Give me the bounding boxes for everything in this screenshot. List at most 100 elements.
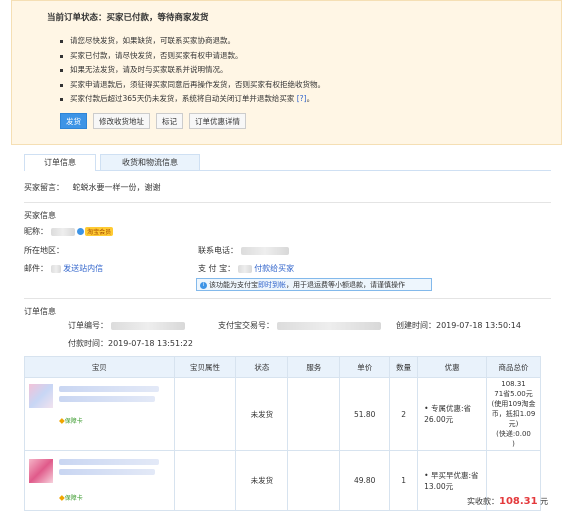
service-cell (287, 450, 341, 511)
ship-button[interactable]: 发货 (60, 113, 87, 129)
location-label: 所在地区： (24, 246, 64, 255)
status-cell: 未发货 (235, 450, 289, 511)
col-header-item: 宝贝 (24, 356, 175, 378)
total-line: 71省5.00元 (494, 390, 533, 398)
edit-address-button[interactable]: 修改收货地址 (93, 113, 150, 129)
created-time: 2019-07-18 13:50:14 (436, 321, 521, 330)
table-row: ◆保障卡 未发货 49.80 1 • 早买早优惠:省13.00元 (24, 450, 541, 511)
product-title-redacted[interactable] (59, 459, 159, 465)
paid-label: 付款时间： (68, 339, 108, 348)
notice-list: 请您尽快发货，如果缺货，可联系买家协商退款。 买家已付款，请尽快发货，否则买家有… (60, 34, 325, 107)
nickname-redacted (50, 227, 75, 236)
buyer-info-title: 买家信息 (24, 211, 56, 220)
order-no-redacted (110, 321, 185, 330)
notice-item: 买家已付款，请尽快发货，否则买家有权申请退款。 (60, 49, 325, 64)
created-time-row: 创建时间：2019-07-18 13:50:14 (396, 320, 521, 331)
service-cell (287, 377, 341, 451)
created-label: 创建时间： (396, 321, 436, 330)
amount-unit: 元 (540, 497, 549, 506)
instant-transfer-link[interactable]: 即时到帐 (258, 281, 286, 289)
product-title-redacted[interactable] (59, 386, 159, 392)
discount-detail-button[interactable]: 订单优惠详情 (189, 113, 246, 129)
col-header-discount: 优惠 (417, 356, 488, 378)
product-title-redacted[interactable] (59, 469, 155, 475)
buyer-message-value: 蛇蜕水要一样一份，谢谢 (72, 183, 161, 192)
discount-text: 早买早优惠:省13.00元 (424, 470, 479, 491)
col-header-service: 服务 (287, 356, 341, 378)
col-header-total: 商品总价 (486, 356, 541, 378)
notice-text: 买家付款后超过365天仍未发货，系统将自动关闭订单并退款给买家 (70, 94, 295, 103)
instant-transfer-notice: i 该功能为支付宝即时到帐，用于退运费等小额退款，请谨慎操作 (196, 278, 432, 291)
divider (24, 298, 551, 299)
info-icon: i (200, 281, 207, 289)
order-no-label: 订单编号： (68, 321, 108, 330)
qty-cell: 1 (389, 450, 419, 511)
nickname-row: 昵称： 淘宝会员 (24, 226, 114, 237)
product-title-redacted[interactable] (59, 396, 155, 402)
total-line: ) (512, 440, 515, 448)
order-no-row: 订单编号： (68, 320, 185, 331)
notice-suffix: ，用于退运费等小额退款，请谨慎操作 (286, 281, 405, 289)
mark-button[interactable]: 标记 (156, 113, 183, 129)
table-row: ◆保障卡 未发货 51.80 2 • 专属优惠:省26.00元 108.31 7… (24, 377, 541, 451)
total-line: (快递:0.00 (496, 430, 531, 438)
buyer-message-label: 买家留言： (24, 183, 64, 192)
tab-bar: 订单信息 收货和物流信息 (24, 154, 551, 171)
col-header-status: 状态 (235, 356, 289, 378)
alipay-row: 支 付 宝： 付款给买家 (198, 263, 294, 274)
tab-order-info[interactable]: 订单信息 (24, 154, 96, 171)
pay-buyer-link[interactable]: 付款给买家 (254, 264, 294, 273)
amount-received: 实收款：108.31 元 (467, 496, 548, 507)
protect-card[interactable]: ◆保障卡 (59, 416, 83, 425)
alipay-redacted (237, 264, 252, 273)
tab-shipping-info[interactable]: 收货和物流信息 (100, 154, 200, 170)
price-cell: 49.80 (339, 450, 391, 511)
order-status-title: 当前订单状态：买家已付款，等待商家发货 (47, 13, 209, 23)
protect-label: 保障卡 (64, 495, 83, 502)
divider (24, 202, 551, 203)
item-cell[interactable]: ◆保障卡 (24, 450, 175, 511)
total-line: (使用109淘金 (491, 400, 536, 408)
attributes-cell (173, 450, 237, 511)
phone-row: 联系电话： (198, 245, 289, 256)
buyer-message: 买家留言： 蛇蜕水要一样一份，谢谢 (24, 182, 161, 193)
phone-label: 联系电话： (198, 246, 238, 255)
notice-item: 买家申请退款后，须征得买家同意后再操作发货，否则买家有权拒绝收货物。 (60, 78, 325, 93)
protect-card[interactable]: ◆保障卡 (59, 493, 83, 502)
discount-text: 专属优惠:省26.00元 (424, 404, 471, 424)
amount-label: 实收款： (467, 497, 499, 506)
col-header-price: 单价 (339, 356, 391, 378)
protect-label: 保障卡 (64, 418, 83, 425)
notice-item: 如果无法发货，请及时与买家联系并说明情况。 (60, 63, 325, 78)
order-status-panel: 当前订单状态：买家已付款，等待商家发货 请您尽快发货，如果缺货，可联系买家协商退… (11, 0, 562, 145)
paid-time-row: 付款时间：2019-07-18 13:51:22 (68, 338, 193, 349)
order-items-table: 宝贝 宝贝属性 状态 服务 单价 数量 优惠 商品总价 ◆保障卡 未发货 51.… (24, 356, 541, 511)
notice-item: 请您尽快发货，如果缺货，可联系买家协商退款。 (60, 34, 325, 49)
qty-cell: 2 (389, 377, 419, 451)
total-line: 币，抵扣1.09 (491, 410, 536, 418)
action-bar: 发货 修改收货地址 标记 订单优惠详情 (60, 113, 246, 129)
order-info-title: 订单信息 (24, 307, 56, 316)
alipay-trade-label: 支付宝交易号： (218, 321, 274, 330)
notice-tail: 。 (306, 94, 315, 103)
nickname-label: 昵称： (24, 227, 48, 236)
total-line: 108.31 (501, 380, 526, 388)
col-header-qty: 数量 (389, 356, 419, 378)
help-link[interactable]: [?] (297, 94, 307, 103)
email-redacted (50, 264, 61, 273)
email-label: 邮件： (24, 264, 48, 273)
product-thumbnail[interactable] (29, 459, 53, 483)
total-line: 元) (508, 420, 519, 428)
discount-cell: • 专属优惠:省26.00元 (417, 377, 488, 451)
alipay-label: 支 付 宝： (198, 264, 236, 273)
col-header-attributes: 宝贝属性 (173, 356, 237, 378)
member-badge: 淘宝会员 (85, 227, 114, 236)
total-cell: 108.31 71省5.00元 (使用109淘金 币，抵扣1.09 元) (快递… (486, 377, 541, 451)
product-thumbnail[interactable] (29, 384, 53, 408)
member-icon (77, 228, 85, 235)
price-cell: 51.80 (339, 377, 391, 451)
notice-prefix: 该功能为支付宝 (209, 281, 258, 289)
send-message-link[interactable]: 发送站内信 (63, 264, 103, 273)
table-header-row: 宝贝 宝贝属性 状态 服务 单价 数量 优惠 商品总价 (24, 356, 541, 378)
item-cell[interactable]: ◆保障卡 (24, 377, 175, 451)
